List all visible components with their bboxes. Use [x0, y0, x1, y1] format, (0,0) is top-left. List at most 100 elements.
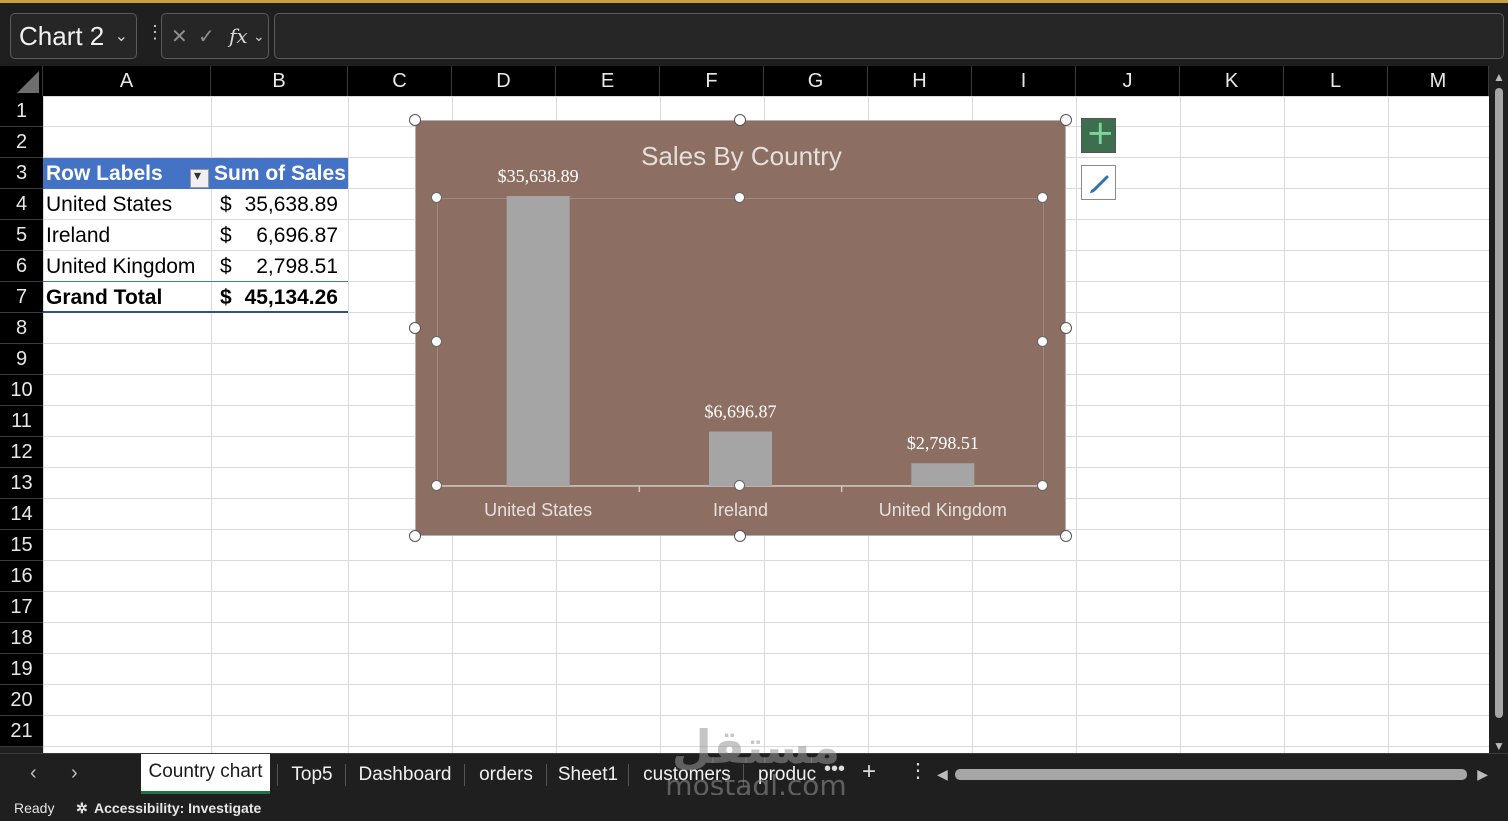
- cancel-icon[interactable]: ✕: [171, 24, 188, 49]
- select-all-corner[interactable]: [0, 66, 43, 96]
- row-header[interactable]: 7: [0, 282, 43, 313]
- name-box[interactable]: Chart 2 ⌄: [10, 13, 137, 59]
- plot-handle-bottom-left[interactable]: [431, 480, 442, 491]
- horizontal-scroll-thumb[interactable]: [955, 769, 1467, 780]
- column-header-l[interactable]: L: [1284, 66, 1388, 96]
- chevron-left-icon[interactable]: ‹: [30, 762, 37, 785]
- column-header-k[interactable]: K: [1180, 66, 1284, 96]
- row-header[interactable]: 16: [0, 561, 43, 592]
- accessibility-status[interactable]: ✲ Accessibility: Investigate: [76, 800, 261, 817]
- x-tick-label[interactable]: United States: [484, 500, 592, 520]
- resize-handle-right[interactable]: [1060, 322, 1072, 334]
- row-header[interactable]: 8: [0, 313, 43, 344]
- column-header-a[interactable]: A: [43, 66, 211, 96]
- tab-dashboard[interactable]: Dashboard: [350, 754, 460, 794]
- resize-handle-left[interactable]: [409, 322, 421, 334]
- resize-handle-bottom-left[interactable]: [409, 530, 421, 542]
- plot-handle-bottom[interactable]: [734, 480, 745, 491]
- plot-handle-top[interactable]: [734, 192, 745, 203]
- column-header-h[interactable]: H: [868, 66, 972, 96]
- row-header[interactable]: 19: [0, 654, 43, 685]
- row-header[interactable]: 2: [0, 127, 43, 158]
- pivot-row-value[interactable]: 6,696.87: [230, 220, 338, 251]
- pivot-row-label[interactable]: United Kingdom: [43, 251, 211, 282]
- chart-elements-button[interactable]: [1081, 113, 1116, 153]
- plot-handle-left[interactable]: [431, 336, 442, 347]
- chevron-down-icon[interactable]: ⌄: [253, 28, 265, 45]
- column-header-c[interactable]: C: [348, 66, 452, 96]
- row-header[interactable]: 20: [0, 685, 43, 716]
- pivot-header-row-labels[interactable]: Row Labels: [43, 158, 211, 189]
- pivot-row-label[interactable]: Ireland: [43, 220, 211, 251]
- row-header[interactable]: 6: [0, 251, 43, 282]
- row-header[interactable]: 11: [0, 406, 43, 437]
- column-header-f[interactable]: F: [660, 66, 764, 96]
- pivot-row-label[interactable]: United States: [43, 189, 211, 220]
- plot-handle-bottom-right[interactable]: [1037, 480, 1048, 491]
- column-header-g[interactable]: G: [764, 66, 868, 96]
- chevron-right-icon[interactable]: ›: [71, 762, 78, 785]
- filter-dropdown-icon[interactable]: [190, 167, 209, 188]
- insert-function-icon[interactable]: fx: [229, 24, 248, 48]
- vertical-scrollbar[interactable]: ▲ ▼: [1489, 66, 1508, 753]
- chart-styles-button[interactable]: [1081, 165, 1116, 200]
- column-header-d[interactable]: D: [452, 66, 556, 96]
- row-header[interactable]: 1: [0, 96, 43, 127]
- scroll-down-icon[interactable]: ▼: [1493, 739, 1505, 753]
- column-header-j[interactable]: J: [1076, 66, 1180, 96]
- row-header[interactable]: 17: [0, 592, 43, 623]
- row-header[interactable]: 18: [0, 623, 43, 654]
- add-sheet-icon[interactable]: +: [862, 758, 876, 786]
- row-header[interactable]: 21: [0, 716, 43, 747]
- chevron-down-icon[interactable]: ⌄: [115, 26, 128, 46]
- row-header[interactable]: 15: [0, 530, 43, 561]
- pivot-row-value[interactable]: 35,638.89: [230, 189, 338, 220]
- bar-united-kingdom[interactable]: [911, 463, 975, 486]
- data-label[interactable]: $6,696.87: [705, 402, 777, 422]
- tab-options-icon[interactable]: ⋮: [908, 758, 928, 783]
- x-tick-label[interactable]: United Kingdom: [879, 500, 1007, 520]
- row-header[interactable]: 13: [0, 468, 43, 499]
- resize-handle-top-right[interactable]: [1060, 114, 1072, 126]
- row-header[interactable]: 4: [0, 189, 43, 220]
- pivot-grand-total-label[interactable]: Grand Total: [43, 282, 211, 313]
- row-header[interactable]: 9: [0, 344, 43, 375]
- formula-input[interactable]: [274, 13, 1504, 59]
- bar-united-states[interactable]: [506, 196, 570, 486]
- scroll-left-icon[interactable]: ◀: [937, 766, 948, 783]
- tab-divider: [345, 764, 346, 786]
- pivot-row-value[interactable]: 2,798.51: [230, 251, 338, 282]
- resize-handle-bottom-right[interactable]: [1060, 530, 1072, 542]
- column-header-i[interactable]: I: [972, 66, 1076, 96]
- column-header-e[interactable]: E: [556, 66, 660, 96]
- plot-handle-right[interactable]: [1037, 336, 1048, 347]
- column-header-m[interactable]: M: [1388, 66, 1489, 96]
- data-label[interactable]: $2,798.51: [907, 433, 979, 453]
- check-icon[interactable]: ✓: [198, 24, 215, 49]
- resize-handle-top[interactable]: [734, 114, 746, 126]
- resize-handle-bottom[interactable]: [734, 530, 746, 542]
- vertical-scroll-thumb[interactable]: [1495, 88, 1503, 718]
- bar-ireland[interactable]: [709, 431, 772, 486]
- tab-country-chart[interactable]: Country chart: [141, 754, 270, 794]
- scroll-right-icon[interactable]: ▶: [1477, 766, 1488, 783]
- sales-chart[interactable]: Sales By Country $35,638.89 United States…: [415, 120, 1066, 536]
- tab-sheet1[interactable]: Sheet1: [551, 754, 625, 794]
- x-tick-label[interactable]: Ireland: [713, 500, 768, 520]
- plot-handle-top-right[interactable]: [1037, 192, 1048, 203]
- row-header[interactable]: 14: [0, 499, 43, 530]
- horizontal-scrollbar[interactable]: ◀ ▶: [937, 766, 1488, 784]
- row-header[interactable]: 5: [0, 220, 43, 251]
- row-header[interactable]: 3: [0, 158, 43, 189]
- data-label[interactable]: $35,638.89: [498, 166, 579, 186]
- plot-handle-top-left[interactable]: [431, 192, 442, 203]
- scroll-up-icon[interactable]: ▲: [1493, 70, 1505, 84]
- tab-top5[interactable]: Top5: [282, 754, 342, 794]
- row-header[interactable]: 10: [0, 375, 43, 406]
- pivot-grand-total-value[interactable]: 45,134.26: [230, 282, 338, 313]
- tab-orders[interactable]: orders: [469, 754, 543, 794]
- resize-handle-top-left[interactable]: [409, 114, 421, 126]
- column-header-b[interactable]: B: [211, 66, 348, 96]
- pivot-header-sum-of-sales[interactable]: Sum of Sales: [211, 158, 348, 189]
- row-header[interactable]: 12: [0, 437, 43, 468]
